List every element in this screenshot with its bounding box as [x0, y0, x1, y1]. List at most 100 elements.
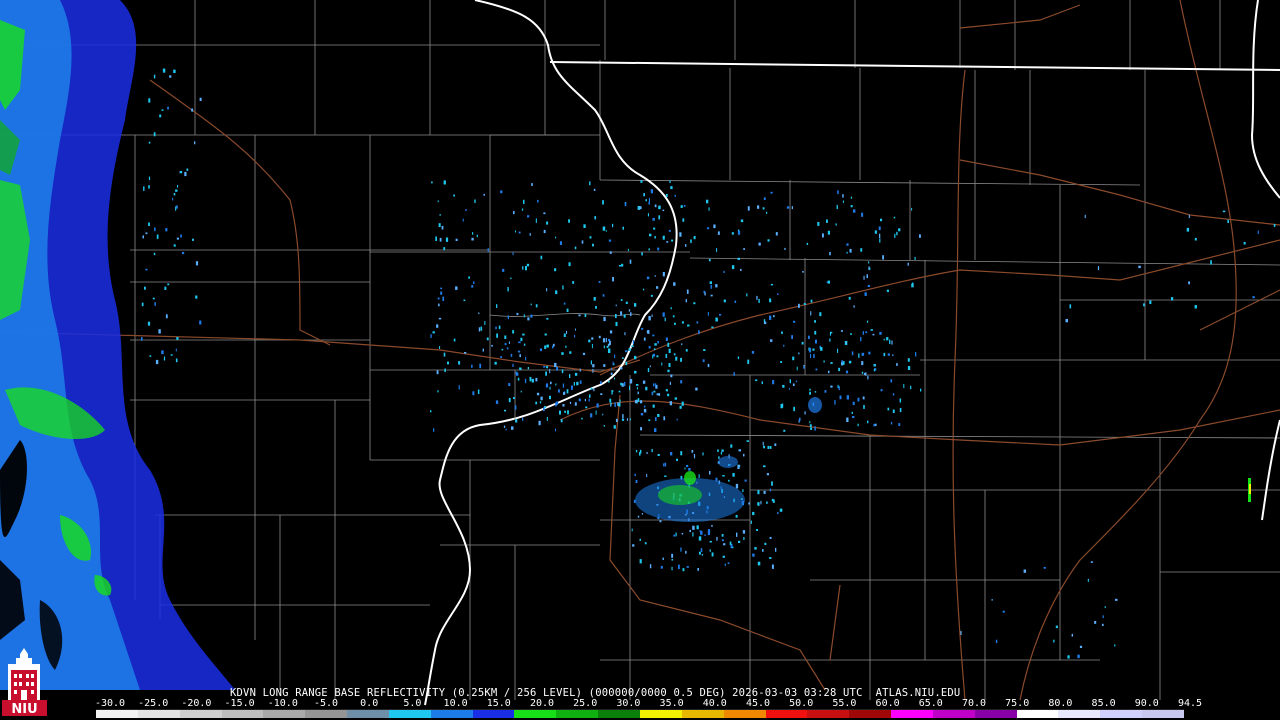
echo-speckle: [665, 194, 668, 197]
echo-speckle: [1102, 623, 1104, 626]
echo-speckle: [442, 296, 445, 301]
echo-speckle: [910, 385, 912, 390]
echo-speckle: [673, 282, 676, 286]
echo-speckle: [635, 384, 639, 386]
echo-speckle: [786, 206, 790, 209]
echo-speckle: [478, 327, 481, 332]
echo-speckle: [866, 320, 869, 323]
echo-speckle: [798, 352, 800, 355]
colorbar-swatch: [932, 710, 975, 718]
echo-speckle: [1257, 230, 1259, 234]
echo-speckle: [743, 537, 745, 540]
echo-speckle: [713, 224, 716, 229]
echo-speckle: [578, 398, 581, 402]
echo-speckle: [161, 350, 164, 355]
echo-speckle: [643, 193, 645, 197]
echo-speckle: [770, 339, 773, 342]
echo-speckle: [629, 418, 631, 421]
echo-speckle: [462, 218, 464, 222]
echo-speckle: [737, 257, 740, 260]
echo-speckle: [864, 292, 867, 296]
echo-speckle: [517, 350, 521, 353]
echo-speckle: [1094, 621, 1097, 624]
echo-speckle: [590, 360, 592, 365]
echo-speckle: [743, 453, 745, 457]
echo-speckle: [829, 251, 831, 256]
echo-speckle: [437, 200, 439, 203]
echo-speckle: [539, 401, 542, 404]
echo-speckle: [486, 337, 489, 341]
echo-speckle: [1053, 639, 1055, 643]
echo-speckle: [770, 283, 773, 286]
scale-label: 75.0: [1005, 698, 1030, 709]
echo-speckle: [672, 315, 675, 318]
echo-speckle: [562, 383, 565, 388]
colorbar-swatch: [681, 710, 724, 718]
echo-speckle: [172, 197, 174, 201]
echo-speckle: [531, 378, 534, 383]
reflectivity-colorbar: [96, 709, 1184, 718]
echo-speckle: [619, 399, 621, 402]
echo-speckle: [711, 552, 714, 557]
echo-speckle: [622, 357, 624, 359]
echo-speckle: [549, 368, 551, 374]
echo-speckle: [750, 520, 752, 524]
echo-speckle: [565, 345, 567, 348]
echo-speckle: [798, 303, 800, 308]
colorbar-swatch: [974, 710, 1017, 718]
echo-speckle: [673, 353, 676, 356]
echo-speckle: [665, 337, 668, 341]
colorbar-swatch: [639, 710, 682, 718]
echo-speckle: [845, 341, 847, 344]
echo-speckle: [731, 232, 734, 235]
echo-speckle: [761, 381, 763, 385]
echo-speckle: [516, 312, 519, 316]
colorbar-swatch: [807, 710, 850, 718]
colorbar-swatch: [1016, 710, 1059, 718]
echo-speckle: [762, 441, 764, 446]
echo-speckle: [835, 223, 837, 226]
echo-speckle: [649, 233, 652, 237]
echo-speckle: [654, 236, 656, 239]
echo-speckle: [810, 427, 813, 430]
echo-speckle: [595, 306, 597, 309]
echo-speckle: [559, 410, 561, 415]
echo-speckle: [836, 204, 838, 210]
echo-speckle: [658, 393, 661, 396]
echo-speckle: [792, 383, 795, 386]
echo-speckle: [890, 379, 893, 383]
echo-speckle: [570, 385, 573, 390]
echo-speckle: [667, 369, 670, 373]
echo-speckle: [722, 475, 725, 477]
echo-speckle: [907, 358, 910, 362]
echo-speckle: [681, 321, 684, 324]
echo-speckle: [704, 292, 706, 296]
echo-speckle: [648, 248, 650, 251]
echo-speckle: [746, 293, 748, 297]
echo-speckle: [447, 361, 449, 365]
echo-speckle: [163, 68, 166, 73]
colorbar-swatch: [96, 710, 138, 718]
echo-speckle: [622, 226, 624, 230]
echo-speckle: [1087, 578, 1089, 582]
scale-label: 45.0: [745, 698, 771, 709]
echo-speckle: [436, 370, 439, 375]
echo-speckle: [777, 512, 779, 514]
echo-speckle: [693, 302, 696, 305]
echo-speckle: [563, 333, 566, 337]
echo-speckle: [566, 330, 568, 334]
echo-speckle: [632, 339, 634, 345]
echo-speckle: [837, 348, 839, 353]
echo-speckle: [679, 405, 682, 409]
echo-speckle: [867, 285, 870, 287]
echo-speckle: [148, 222, 150, 226]
echo-speckle: [641, 327, 644, 330]
echo-east-edge: [1248, 478, 1251, 502]
echo-speckle: [751, 351, 755, 354]
echo-speckle: [754, 547, 757, 550]
echo-speckle: [612, 277, 614, 282]
echo-speckle: [723, 270, 725, 273]
echo-speckle: [823, 360, 825, 363]
echo-speckle: [618, 390, 621, 393]
echo-speckle: [827, 230, 830, 235]
